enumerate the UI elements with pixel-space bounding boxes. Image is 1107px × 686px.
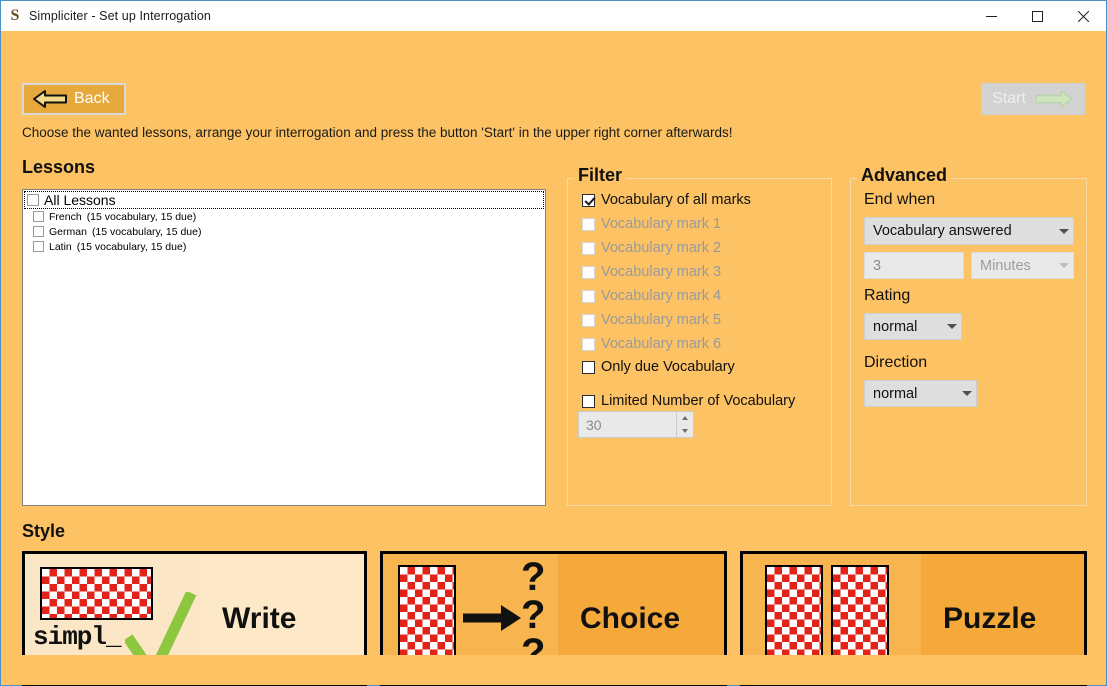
start-button-label: Start: [992, 90, 1026, 107]
window-titlebar: S Simpliciter - Set up Interrogation: [1, 1, 1106, 31]
direction-value: normal: [873, 385, 918, 402]
stepper-down-icon[interactable]: [677, 425, 693, 438]
checkbox-vocabulary-mark-5[interactable]: Vocabulary mark 5: [582, 312, 751, 328]
checkbox-box[interactable]: [582, 289, 595, 303]
checkbox-box[interactable]: [582, 337, 595, 351]
checkbox-vocabulary-mark-1[interactable]: Vocabulary mark 1: [582, 216, 751, 232]
lesson-detail: (15 vocabulary, 15 due): [91, 225, 202, 238]
checkbox-label: Vocabulary mark 6: [601, 336, 722, 352]
style-heading: Style: [22, 521, 66, 541]
checkbox-box[interactable]: [582, 394, 595, 408]
checkbox-vocabulary-all-marks[interactable]: Vocabulary of all marks: [582, 192, 751, 208]
style-card-label: Write: [222, 601, 297, 635]
window-title: Simpliciter - Set up Interrogation: [29, 8, 211, 23]
lessons-listbox[interactable]: All Lessons French (15 vocabulary, 15 du…: [22, 189, 546, 506]
right-arrow-icon: [1035, 90, 1073, 108]
duration-unit-value: Minutes: [980, 257, 1031, 274]
checkbox-vocabulary-mark-2[interactable]: Vocabulary mark 2: [582, 240, 751, 256]
chevron-down-icon: [947, 324, 957, 329]
bottom-bar: [1, 655, 1106, 685]
vocabulary-limit-input[interactable]: 30: [578, 411, 677, 438]
chevron-down-icon: [962, 391, 972, 396]
checkbox-label: Vocabulary of all marks: [601, 192, 751, 208]
checkbox-vocabulary-mark-6[interactable]: Vocabulary mark 6: [582, 336, 751, 352]
window-controls: [968, 1, 1106, 31]
rating-value: normal: [873, 318, 918, 335]
checkbox-vocabulary-mark-4[interactable]: Vocabulary mark 4: [582, 288, 751, 304]
checkbox-box[interactable]: [582, 217, 595, 231]
checkbox-label: Vocabulary mark 4: [601, 288, 722, 304]
vocabulary-limit-stepper[interactable]: 30: [578, 411, 694, 438]
checkbox-label: Only due Vocabulary: [601, 359, 735, 375]
checkbox-box[interactable]: [582, 360, 595, 374]
direction-select[interactable]: normal: [864, 380, 977, 407]
checkbox-label: Vocabulary mark 3: [601, 264, 722, 280]
lesson-label: Latin: [49, 240, 72, 253]
checkbox-label: Vocabulary mark 1: [601, 216, 722, 232]
start-button[interactable]: Start: [981, 83, 1085, 115]
checkbox-label: Limited Number of Vocabulary: [601, 393, 796, 409]
checkbox-limited-number-of-vocabulary[interactable]: Limited Number of Vocabulary: [582, 393, 795, 409]
direction-label: Direction: [864, 354, 928, 371]
lesson-checkbox[interactable]: [27, 194, 39, 206]
minimize-icon[interactable]: [968, 1, 1014, 31]
lesson-checkbox[interactable]: [33, 241, 44, 252]
back-button-label: Back: [74, 90, 110, 107]
checkbox-label: Vocabulary mark 5: [601, 312, 722, 328]
checkbox-label: Vocabulary mark 2: [601, 240, 722, 256]
lesson-checkbox[interactable]: [33, 211, 44, 222]
instruction-text: Choose the wanted lessons, arrange your …: [22, 125, 733, 140]
lesson-label: All Lessons: [44, 192, 116, 208]
duration-unit-select[interactable]: Minutes: [971, 252, 1074, 279]
close-icon[interactable]: [1060, 1, 1106, 31]
chevron-down-icon: [1059, 263, 1069, 268]
list-item[interactable]: German (15 vocabulary, 15 due): [24, 224, 544, 239]
style-card-label: Puzzle: [943, 601, 1037, 635]
app-logo-icon: S: [10, 6, 20, 24]
checkbox-vocabulary-mark-3[interactable]: Vocabulary mark 3: [582, 264, 751, 280]
rating-select[interactable]: normal: [864, 313, 962, 340]
filter-heading: Filter: [574, 165, 627, 186]
checkbox-box[interactable]: [582, 265, 595, 279]
stepper-up-icon[interactable]: [677, 412, 693, 425]
rating-label: Rating: [864, 287, 911, 304]
checkbox-box[interactable]: [582, 193, 595, 207]
lesson-label: German: [49, 225, 87, 238]
lesson-detail: (15 vocabulary, 15 due): [76, 240, 187, 253]
left-arrow-icon: [33, 90, 67, 108]
back-button[interactable]: Back: [22, 83, 126, 115]
right-arrow-icon: [463, 605, 521, 631]
lesson-label: French: [49, 210, 82, 223]
stepper-buttons[interactable]: [677, 411, 694, 438]
duration-input[interactable]: 3: [864, 252, 964, 279]
write-card-caption: simpl_: [33, 622, 122, 652]
style-card-label: Choice: [580, 601, 681, 635]
end-when-select[interactable]: Vocabulary answered: [864, 217, 1074, 245]
advanced-heading: Advanced: [857, 165, 952, 186]
checkbox-only-due-vocabulary[interactable]: Only due Vocabulary: [582, 359, 795, 375]
maximize-icon[interactable]: [1014, 1, 1060, 31]
chevron-down-icon: [1059, 228, 1069, 234]
checkbox-box[interactable]: [582, 241, 595, 255]
end-when-value: Vocabulary answered: [873, 223, 1012, 239]
lesson-detail: (15 vocabulary, 15 due): [86, 210, 197, 223]
checkbox-box[interactable]: [582, 313, 595, 327]
filter-group: Filter Vocabulary of all marks Vocabular…: [567, 165, 832, 506]
filter-marks-list: Vocabulary of all marks Vocabulary mark …: [582, 192, 751, 360]
advanced-group: Advanced End when Vocabulary answered 3 …: [850, 165, 1087, 506]
end-when-label: End when: [864, 191, 936, 208]
lesson-checkbox[interactable]: [33, 226, 44, 237]
list-item[interactable]: Latin (15 vocabulary, 15 due): [24, 239, 544, 254]
list-item[interactable]: French (15 vocabulary, 15 due): [24, 209, 544, 224]
lessons-heading: Lessons: [22, 157, 96, 177]
main-canvas: Back Start Choose the wanted lessons, ar…: [1, 31, 1106, 686]
lesson-item-all[interactable]: All Lessons: [24, 191, 544, 209]
